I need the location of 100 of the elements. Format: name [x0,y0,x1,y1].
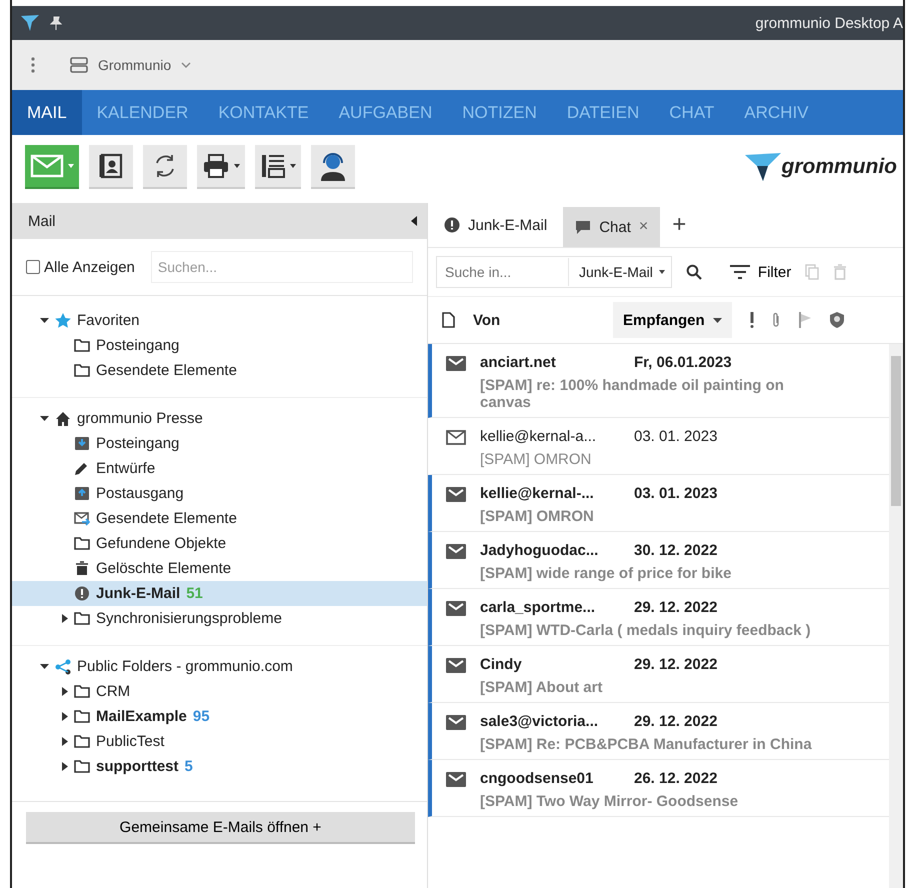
show-all-checkbox[interactable]: Alle Anzeigen [26,258,135,276]
subject: [SPAM] re: 100% handmade oil painting on canvas [480,377,785,411]
subject: [SPAM] OMRON [480,508,595,525]
expand-arrow-icon[interactable] [62,737,68,746]
trash-icon [74,561,90,576]
nav-tab[interactable]: MAIL [12,90,82,135]
account-dropdown[interactable]: Grommunio [70,57,192,73]
menu-icon[interactable] [30,56,36,74]
paperclip-icon[interactable] [772,312,780,328]
chat-icon [575,219,592,235]
home-icon [55,410,71,426]
tab[interactable]: Chat × [563,207,660,247]
expand-arrow-icon[interactable] [62,687,68,696]
folder-item[interactable]: Postausgang [12,481,427,506]
sender: carla_sportme... [480,599,596,616]
filter-button[interactable]: Filter [730,264,792,280]
filter-icon [730,265,750,279]
folder-item[interactable]: Posteingang [12,333,427,358]
expand-arrow-icon[interactable] [40,662,49,671]
received-date: 29. 12. 2022 [634,599,718,616]
envelope-closed-icon [446,356,466,371]
received-date: 03. 01. 2023 [634,485,718,502]
alert-icon [444,217,460,233]
collapse-icon[interactable] [411,216,417,226]
tree-node[interactable]: grommunio Presse [12,406,427,431]
share-icon [55,658,71,674]
search-field[interactable]: Suchen... [150,251,413,283]
refresh-button[interactable] [143,145,187,189]
search-scope-dropdown[interactable]: Junk-E-Mail [575,264,653,280]
folder-item[interactable]: MailExample 95 [12,704,427,729]
envelope-closed-icon [446,544,466,559]
pencil-icon [74,461,90,476]
dropdown-caret-icon[interactable] [658,270,665,274]
search-icon[interactable] [686,264,702,280]
alert-icon [74,586,90,601]
expand-arrow-icon[interactable] [62,762,68,771]
layout-button[interactable] [255,145,301,189]
sender: Jadyhoguodac... [480,542,600,559]
importance-icon[interactable] [750,312,754,328]
pin-icon[interactable] [50,16,62,30]
tree-node[interactable]: Public Folders - grommunio.com [12,654,427,679]
new-mail-button[interactable] [25,145,79,189]
envelope-icon [446,430,466,445]
sender: cngoodsense01 [480,770,594,787]
expand-arrow-icon[interactable] [40,316,49,325]
subject: [SPAM] About art [480,679,604,696]
received-date: 30. 12. 2022 [634,542,718,559]
folder-item[interactable]: Gesendete Elemente [12,506,427,531]
folder-icon [74,684,90,699]
caret-icon [68,164,74,168]
message-row[interactable]: kellie@kernal-a... 03. 01. 2023 [SPAM] OMRON [428,418,889,475]
envelope-closed-icon [446,601,466,616]
folder-item[interactable]: CRM [12,679,427,704]
document-icon [442,312,455,328]
sender: sale3@victoria... [480,713,600,730]
received-column-header[interactable]: Empfangen [613,302,732,338]
envelope-closed-icon [446,658,466,673]
expand-arrow-icon[interactable] [62,712,68,721]
from-column-header[interactable]: Von [473,312,613,328]
scrollbar[interactable] [889,344,903,888]
subject: [SPAM] Two Way Mirror- Goodsense [480,793,738,810]
expand-arrow-icon[interactable] [62,614,68,623]
folder-item[interactable]: supporttest 5 [12,754,427,779]
sent-mail-icon [74,511,90,526]
expand-arrow-icon[interactable] [40,414,49,423]
headset-person-icon [318,151,348,181]
folder-item[interactable]: Gelöschte Elemente [12,556,427,581]
folder-item[interactable]: Synchronisierungsprobleme [12,606,427,631]
folder-item[interactable]: PublicTest [12,729,427,754]
close-tab-button[interactable]: × [638,218,648,236]
received-date: 29. 12. 2022 [634,656,718,673]
open-shared-mails-button[interactable]: Gemeinsame E-Mails öffnen + [26,812,415,844]
envelope-closed-icon [446,715,466,730]
shield-icon[interactable] [830,312,844,328]
folder-item[interactable]: Gefundene Objekte [12,531,427,556]
folder-icon [74,536,90,551]
subject: [SPAM] Re: PCB&PCBA Manufacturer in China [480,736,812,753]
received-date: 26. 12. 2022 [634,770,718,787]
support-headset-button[interactable] [311,145,355,189]
flag-icon[interactable] [798,312,812,328]
address-book-button[interactable] [89,145,133,189]
envelope-icon [30,153,64,179]
tree-node[interactable]: Favoriten [12,308,427,333]
server-icon [70,57,88,73]
folder-icon [74,363,90,378]
new-tab-button[interactable]: + [672,211,686,239]
folder-item[interactable]: Junk-E-Mail 51 [12,581,427,606]
mail-search-field[interactable]: Suche in... Junk-E-Mail [436,256,672,288]
grommunio-logo: grommunio [744,152,897,182]
outbox-icon [74,486,90,501]
inbox-icon [74,436,90,451]
folder-item[interactable]: Posteingang [12,431,427,456]
folder-icon [74,709,90,724]
received-date: Fr, 06.01.2023 [634,354,732,371]
subject: [SPAM] WTD-Carla ( medals inquiry feedback ) [480,622,811,639]
sender: kellie@kernal-a... [480,428,598,445]
folder-item[interactable]: Entwürfe [12,456,427,481]
folder-icon [74,734,90,749]
print-button[interactable] [197,145,245,189]
folder-item[interactable]: Gesendete Elemente [12,358,427,383]
